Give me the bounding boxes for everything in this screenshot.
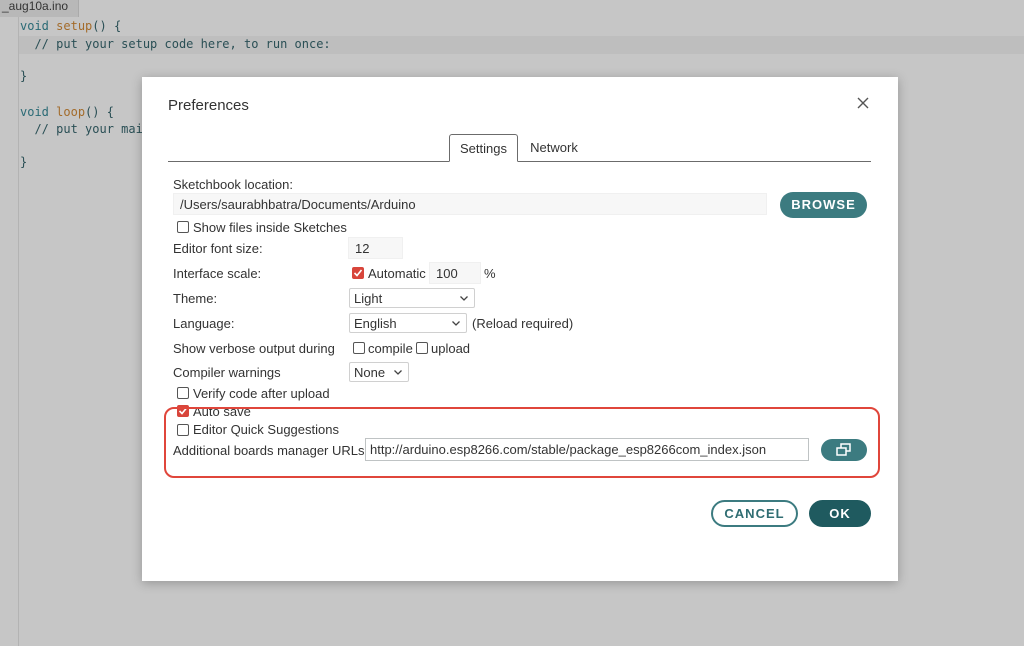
editor-gutter — [18, 17, 19, 646]
cancel-button[interactable]: CANCEL — [711, 500, 798, 527]
preferences-dialog: Preferences Settings Network Sketchbook … — [142, 77, 898, 581]
close-icon[interactable] — [855, 95, 871, 111]
interface-scale-label: Interface scale: — [173, 266, 262, 281]
automatic-label: Automatic — [368, 266, 426, 281]
interface-scale-input[interactable]: 100 — [429, 262, 481, 284]
automatic-scale-checkbox[interactable] — [352, 267, 364, 279]
theme-select[interactable]: Light — [349, 288, 475, 308]
show-files-label: Show files inside Sketches — [193, 220, 347, 235]
verbose-upload-label: upload — [431, 341, 471, 356]
verbose-label: Show verbose output during — [173, 341, 335, 356]
code-line-5: // put your main — [20, 122, 151, 136]
code-line-3: } — [20, 69, 28, 83]
tab-network[interactable]: Network — [524, 134, 584, 162]
check-icon — [353, 269, 363, 277]
theme-select-value: Light — [354, 290, 383, 306]
annotation-highlight — [164, 407, 880, 478]
theme-label: Theme: — [173, 291, 218, 306]
compiler-warnings-value: None — [354, 364, 386, 380]
language-label: Language: — [173, 316, 235, 331]
verbose-upload-checkbox[interactable] — [416, 342, 428, 354]
sketchbook-label: Sketchbook location: — [173, 177, 293, 192]
reload-note: (Reload required) — [472, 316, 574, 331]
chevron-down-icon — [460, 296, 468, 301]
chevron-down-icon — [394, 370, 402, 375]
font-size-label: Editor font size: — [173, 241, 263, 256]
language-select-value: English — [354, 315, 397, 331]
verify-checkbox[interactable] — [177, 387, 189, 399]
verbose-compile-checkbox[interactable] — [353, 342, 365, 354]
language-select[interactable]: English — [349, 313, 467, 333]
chevron-down-icon — [452, 321, 460, 326]
verbose-compile-label: compile — [368, 341, 413, 356]
ok-button[interactable]: OK — [809, 500, 871, 527]
sketchbook-location-input[interactable]: /Users/saurabhbatra/Documents/Arduino — [173, 193, 767, 215]
tabs-divider — [168, 161, 871, 162]
compiler-warnings-select[interactable]: None — [349, 362, 409, 382]
code-line-1: void setup() { — [20, 19, 122, 33]
browse-button[interactable]: BROWSE — [780, 192, 867, 218]
dialog-title: Preferences — [168, 97, 249, 114]
code-line-2: // put your setup code here, to run once… — [20, 37, 331, 51]
verify-label: Verify code after upload — [193, 386, 330, 401]
show-files-checkbox[interactable] — [177, 221, 189, 233]
font-size-input[interactable]: 12 — [348, 237, 403, 259]
file-tab[interactable]: _aug10a.ino — [0, 0, 80, 17]
file-tab-label: _aug10a.ino — [2, 0, 69, 13]
code-line-6: } — [20, 155, 28, 169]
percent-label: % — [484, 266, 496, 281]
tab-settings[interactable]: Settings — [449, 134, 518, 162]
compiler-warnings-label: Compiler warnings — [173, 365, 281, 380]
code-line-4: void loop() { — [20, 105, 114, 119]
